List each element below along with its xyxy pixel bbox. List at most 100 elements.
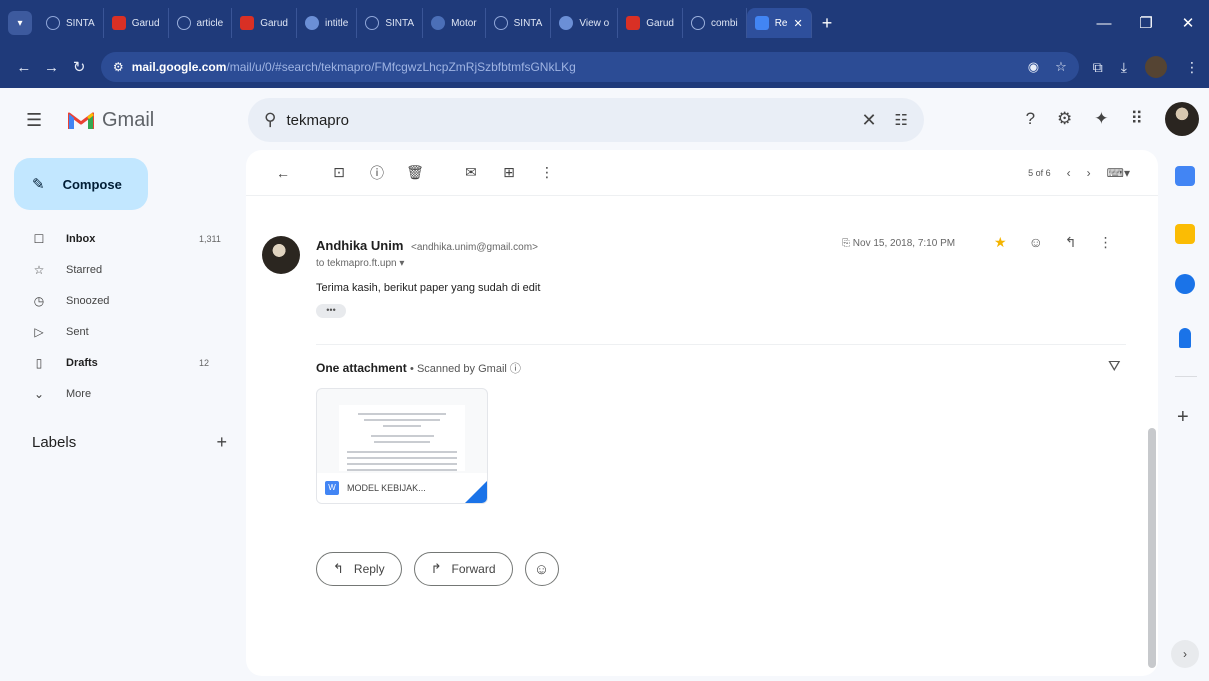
tab-label: Garud [131,17,160,29]
sidebar-item-label: Snoozed [66,294,110,307]
browser-tab[interactable]: intitle [297,8,358,38]
clock-icon: ◷ [33,293,45,308]
search-icon[interactable]: ⚲ [264,110,276,130]
newer-icon[interactable]: ‹ [1067,166,1071,180]
show-details-icon[interactable]: ▾ [399,258,404,269]
tab-label: Garud [260,17,288,29]
delete-icon[interactable]: 🗑 [396,164,434,181]
sidebar-item-drafts[interactable]: ▯ Drafts 12 [0,352,240,373]
sidebar-item-sent[interactable]: ▷ Sent [0,321,240,342]
url-input[interactable]: ⚙ mail.google.com/mail/u/0/#search/tekma… [100,52,1079,82]
gmail-logo[interactable]: Gmail [68,109,154,132]
garuda-favicon-icon [240,16,255,30]
side-panel-divider [1175,376,1197,377]
star-icon: ☆ [33,262,45,277]
mark-unread-icon[interactable]: ✉ [452,164,490,181]
divider [316,344,1126,345]
get-addons-button[interactable]: + [1177,406,1189,429]
browser-tab[interactable]: combi [683,8,747,38]
browser-tab[interactable]: SINTA [38,8,104,38]
show-trimmed-content-button[interactable]: ••• [316,304,346,318]
download-icon[interactable]: ⤓ [1121,59,1127,76]
send-icon: ▷ [34,324,44,339]
main-menu-icon[interactable]: ☰ [26,110,50,131]
sidebar-item-snoozed[interactable]: ◷ Snoozed [0,290,240,311]
browser-tab[interactable]: Garud [618,8,683,38]
sidebar-item-more[interactable]: ⌄ More [0,383,240,404]
bookmark-star-icon[interactable]: ☆ [1055,59,1067,75]
star-icon[interactable]: ★ [994,234,1007,251]
search-options-icon[interactable]: ☷ [895,111,908,129]
back-button[interactable]: ← [10,59,38,76]
clear-search-icon[interactable]: ✕ [861,110,876,131]
eye-icon[interactable]: ◉ [1028,59,1039,75]
moto-favicon-icon [431,16,446,30]
extensions-icon[interactable]: ⧉ [1093,59,1103,76]
contacts-icon[interactable] [1179,328,1191,348]
gemini-sparkle-icon[interactable]: ✦ [1094,109,1108,129]
message-actions: ★ ☺ ↰ ⋮ [994,234,1113,251]
maximize-button[interactable]: ❐ [1125,14,1167,32]
draft-icon: ▯ [35,355,43,370]
info-icon[interactable]: ⓘ [510,363,521,375]
sidebar-item-label: Sent [66,325,89,338]
add-to-drive-icon[interactable]: ⛛ [1108,358,1121,375]
keep-icon[interactable] [1175,224,1195,244]
browser-tab[interactable]: Motor [423,8,486,38]
archive-icon[interactable]: ⊡ [320,164,358,181]
reload-button[interactable]: ↻ [65,58,93,76]
reply-button[interactable]: ↰ Reply [316,552,402,586]
search-input[interactable]: tekmapro [286,112,861,129]
profile-avatar[interactable] [1144,56,1167,78]
emoji-reaction-button[interactable]: ☺ [524,552,559,586]
report-spam-icon[interactable]: ⓘ [358,163,396,183]
more-options-icon[interactable]: ⋮ [1099,234,1113,251]
recipient-line[interactable]: to tekmapro.ft.upn ▾ [316,258,404,269]
reply-icon[interactable]: ↰ [1065,234,1077,251]
older-icon[interactable]: › [1087,166,1091,180]
site-settings-icon[interactable]: ⚙ [113,60,124,74]
forward-button[interactable]: → [38,59,66,76]
close-tab-icon[interactable]: ✕ [793,17,802,30]
browser-tab[interactable]: SINTA [486,8,552,38]
sidebar-item-label: Drafts [66,356,98,369]
compose-button[interactable]: ✎ Compose [14,158,148,210]
sidebar-item-starred[interactable]: ☆ Starred [0,259,240,280]
sidebar-item-inbox[interactable]: ☐ Inbox 1,311 [0,228,240,249]
browser-tab[interactable]: Garud [232,8,297,38]
settings-gear-icon[interactable]: ⚙ [1057,109,1072,129]
keyboard-icon[interactable]: ⌨▾ [1107,166,1130,180]
sidebar-item-label: Inbox [66,232,96,245]
tab-label: combi [711,17,738,29]
forward-button[interactable]: ↱ Forward [413,552,513,586]
close-window-button[interactable]: ✕ [1167,14,1209,32]
tab-active[interactable]: Re ✕ [746,8,812,38]
account-avatar[interactable] [1165,102,1199,136]
help-icon[interactable]: ? [1026,109,1035,129]
more-actions-icon[interactable]: ⋮ [528,164,566,181]
attachment-card[interactable]: W MODEL KEBIJAK... [316,388,488,504]
scrollbar-thumb[interactable] [1148,428,1156,668]
calendar-icon[interactable] [1175,166,1195,186]
sinta-favicon-icon [46,16,60,30]
add-to-tasks-icon[interactable]: ⊞ [490,164,528,181]
browser-tab[interactable]: Garud [104,8,169,38]
sender-name[interactable]: Andhika Unim [316,238,403,253]
sinta-favicon-icon [493,16,508,30]
browser-tab[interactable]: SINTA [357,8,424,38]
minimize-button[interactable]: — [1083,15,1125,32]
tab-search-menu[interactable]: ▾ [8,11,32,35]
emoji-react-icon[interactable]: ☺ [1029,234,1043,251]
browser-menu-icon[interactable]: ⋮ [1185,59,1199,76]
show-side-panel-button[interactable]: › [1171,640,1199,668]
search-bar[interactable]: ⚲ tekmapro ✕ ☷ [248,98,924,142]
pager-count: 5 of 6 [1028,167,1051,178]
apps-grid-icon[interactable]: ⠿ [1131,109,1143,129]
new-tab-button[interactable]: + [822,13,833,34]
add-label-button[interactable]: + [216,432,227,453]
tasks-icon[interactable] [1175,274,1195,294]
sender-avatar[interactable] [262,236,300,274]
browser-tab[interactable]: article [169,8,233,38]
back-to-search-icon[interactable]: ← [264,165,302,181]
browser-tab[interactable]: View o [551,8,619,38]
